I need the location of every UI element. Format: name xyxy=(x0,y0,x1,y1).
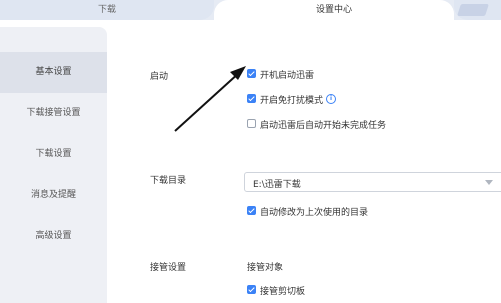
tab-download[interactable]: 下载 xyxy=(0,0,214,20)
startup-boot-label: 开机启动迅雷 xyxy=(260,71,315,81)
sidebar-item-takeover[interactable]: 下载接管设置 xyxy=(0,93,107,134)
tab-settings[interactable]: 设置中心 xyxy=(214,0,454,20)
download-dir-value: E:\迅雷下载 xyxy=(253,180,301,190)
download-dir-label: 下载目录 xyxy=(150,176,187,186)
takeover-target-label: 接管对象 xyxy=(247,263,284,273)
tab-bar: 下载 设置中心 xyxy=(0,0,501,20)
auto-modify-dir-label: 自动修改为上次使用的目录 xyxy=(260,208,369,218)
takeover-clipboard-checkbox[interactable] xyxy=(247,285,256,294)
download-dir-field[interactable]: E:\迅雷下载 xyxy=(244,172,501,192)
startup-section-label: 启动 xyxy=(150,72,169,82)
sidebar: 基本设置 下载接管设置 下载设置 消息及提醒 高级设置 xyxy=(0,27,107,303)
info-icon[interactable]: i xyxy=(326,94,336,104)
sidebar-item-basic[interactable]: 基本设置 xyxy=(0,52,107,93)
chevron-down-icon[interactable] xyxy=(485,180,493,185)
dnd-mode-label: 开启免打扰模式 xyxy=(260,96,324,106)
takeover-clipboard-label: 接管剪切板 xyxy=(260,287,306,297)
sidebar-item-notifications[interactable]: 消息及提醒 xyxy=(0,175,107,216)
auto-start-tasks-label: 启动迅雷后自动开始未完成任务 xyxy=(260,121,387,131)
annotation-arrow-icon xyxy=(174,66,246,132)
auto-modify-dir-checkbox[interactable] xyxy=(247,206,256,215)
window-icon[interactable] xyxy=(457,4,489,16)
sidebar-item-advanced[interactable]: 高级设置 xyxy=(0,216,107,257)
takeover-section-label: 接管设置 xyxy=(150,263,187,273)
sidebar-item-download[interactable]: 下载设置 xyxy=(0,134,107,175)
